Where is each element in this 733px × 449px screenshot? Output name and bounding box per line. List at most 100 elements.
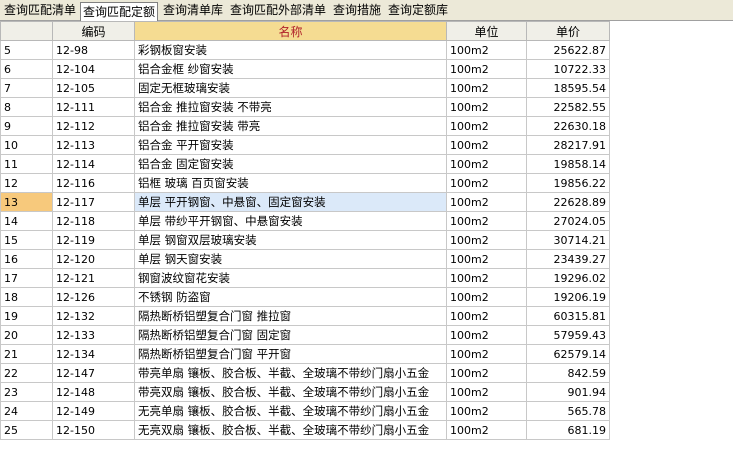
table-row[interactable]: 13 12-117 单层 平开钢窗、中悬窗、固定窗安装 100m2 22628.89 [0,192,610,212]
row-name[interactable]: 铝合金 固定窗安装 [134,154,447,174]
row-index[interactable]: 17 [0,268,53,288]
tab-query-match-external-list[interactable]: 查询匹配外部清单 [228,1,328,19]
row-price[interactable]: 27024.05 [526,211,610,231]
row-name[interactable]: 单层 带纱平开钢窗、中悬窗安装 [134,211,447,231]
row-index[interactable]: 9 [0,116,53,136]
row-name[interactable]: 隔热断桥铝塑复合门窗 平开窗 [134,344,447,364]
row-price[interactable]: 842.59 [526,363,610,383]
tab-query-quota-library[interactable]: 查询定额库 [386,1,450,19]
table-row[interactable]: 11 12-114 铝合金 固定窗安装 100m2 19858.14 [0,154,610,174]
row-unit[interactable]: 100m2 [446,173,527,193]
row-name[interactable]: 带亮双扇 镶板、胶合板、半截、全玻璃不带纱门扇小五金 [134,382,447,402]
row-price[interactable]: 57959.43 [526,325,610,345]
row-code[interactable]: 12-147 [52,363,135,383]
row-index[interactable]: 12 [0,173,53,193]
row-code[interactable]: 12-112 [52,116,135,136]
tab-query-match-quota[interactable]: 查询匹配定额 [80,2,158,21]
row-name[interactable]: 彩钢板窗安装 [134,40,447,60]
row-unit[interactable]: 100m2 [446,401,527,421]
row-name[interactable]: 铝合金 平开窗安装 [134,135,447,155]
row-unit[interactable]: 100m2 [446,268,527,288]
row-price[interactable]: 22630.18 [526,116,610,136]
row-name[interactable]: 铝合金框 纱窗安装 [134,59,447,79]
row-unit[interactable]: 100m2 [446,40,527,60]
row-unit[interactable]: 100m2 [446,97,527,117]
row-name[interactable]: 无亮单扇 镶板、胶合板、半截、全玻璃不带纱门扇小五金 [134,401,447,421]
row-name[interactable]: 隔热断桥铝塑复合门窗 固定窗 [134,325,447,345]
row-price[interactable]: 10722.33 [526,59,610,79]
table-row[interactable]: 9 12-112 铝合金 推拉窗安装 带亮 100m2 22630.18 [0,116,610,136]
row-code[interactable]: 12-150 [52,420,135,440]
row-index[interactable]: 13 [0,192,53,212]
row-code[interactable]: 12-98 [52,40,135,60]
row-unit[interactable]: 100m2 [446,154,527,174]
table-row[interactable]: 7 12-105 固定无框玻璃安装 100m2 18595.54 [0,78,610,98]
header-price[interactable]: 单价 [526,21,610,41]
row-unit[interactable]: 100m2 [446,59,527,79]
table-row[interactable]: 24 12-149 无亮单扇 镶板、胶合板、半截、全玻璃不带纱门扇小五金 100m2 5… [0,401,610,421]
row-code[interactable]: 12-132 [52,306,135,326]
row-code[interactable]: 12-116 [52,173,135,193]
row-code[interactable]: 12-120 [52,249,135,269]
row-unit[interactable]: 100m2 [446,344,527,364]
row-index[interactable]: 18 [0,287,53,307]
row-code[interactable]: 12-133 [52,325,135,345]
row-unit[interactable]: 100m2 [446,306,527,326]
row-code[interactable]: 12-117 [52,192,135,212]
row-index[interactable]: 19 [0,306,53,326]
table-row[interactable]: 18 12-126 不锈钢 防盗窗 100m2 19206.19 [0,287,610,307]
row-name[interactable]: 单层 钢窗双层玻璃安装 [134,230,447,250]
row-unit[interactable]: 100m2 [446,211,527,231]
row-price[interactable]: 28217.91 [526,135,610,155]
row-unit[interactable]: 100m2 [446,420,527,440]
row-index[interactable]: 21 [0,344,53,364]
row-index[interactable]: 14 [0,211,53,231]
row-unit[interactable]: 100m2 [446,230,527,250]
row-name[interactable]: 无亮双扇 镶板、胶合板、半截、全玻璃不带纱门扇小五金 [134,420,447,440]
row-price[interactable]: 901.94 [526,382,610,402]
row-index[interactable]: 8 [0,97,53,117]
row-code[interactable]: 12-148 [52,382,135,402]
row-index[interactable]: 6 [0,59,53,79]
table-row[interactable]: 25 12-150 无亮双扇 镶板、胶合板、半截、全玻璃不带纱门扇小五金 100m2 6… [0,420,610,440]
header-code[interactable]: 编码 [52,21,135,41]
row-unit[interactable]: 100m2 [446,363,527,383]
row-index[interactable]: 10 [0,135,53,155]
row-index[interactable]: 25 [0,420,53,440]
table-row[interactable]: 10 12-113 铝合金 平开窗安装 100m2 28217.91 [0,135,610,155]
row-code[interactable]: 12-113 [52,135,135,155]
row-price[interactable]: 30714.21 [526,230,610,250]
row-index[interactable]: 23 [0,382,53,402]
row-unit[interactable]: 100m2 [446,325,527,345]
row-code[interactable]: 12-104 [52,59,135,79]
row-name[interactable]: 铝框 玻璃 百页窗安装 [134,173,447,193]
table-row[interactable]: 19 12-132 隔热断桥铝塑复合门窗 推拉窗 100m2 60315.81 [0,306,610,326]
row-price[interactable]: 19206.19 [526,287,610,307]
header-name[interactable]: 名称 [134,21,447,41]
table-row[interactable]: 21 12-134 隔热断桥铝塑复合门窗 平开窗 100m2 62579.14 [0,344,610,364]
row-price[interactable]: 565.78 [526,401,610,421]
table-row[interactable]: 15 12-119 单层 钢窗双层玻璃安装 100m2 30714.21 [0,230,610,250]
row-code[interactable]: 12-105 [52,78,135,98]
row-price[interactable]: 681.19 [526,420,610,440]
row-index[interactable]: 7 [0,78,53,98]
row-index[interactable]: 20 [0,325,53,345]
row-code[interactable]: 12-121 [52,268,135,288]
row-name[interactable]: 带亮单扇 镶板、胶合板、半截、全玻璃不带纱门扇小五金 [134,363,447,383]
table-row[interactable]: 6 12-104 铝合金框 纱窗安装 100m2 10722.33 [0,59,610,79]
header-index[interactable] [0,21,53,41]
row-name[interactable]: 单层 钢天窗安装 [134,249,447,269]
row-price[interactable]: 25622.87 [526,40,610,60]
tab-query-measures[interactable]: 查询措施 [332,1,382,19]
table-row[interactable]: 22 12-147 带亮单扇 镶板、胶合板、半截、全玻璃不带纱门扇小五金 100m2 8… [0,363,610,383]
table-row[interactable]: 5 12-98 彩钢板窗安装 100m2 25622.87 [0,40,610,60]
row-unit[interactable]: 100m2 [446,78,527,98]
row-code[interactable]: 12-126 [52,287,135,307]
row-code[interactable]: 12-149 [52,401,135,421]
row-name[interactable]: 铝合金 推拉窗安装 带亮 [134,116,447,136]
table-row[interactable]: 20 12-133 隔热断桥铝塑复合门窗 固定窗 100m2 57959.43 [0,325,610,345]
row-price[interactable]: 22582.55 [526,97,610,117]
row-name[interactable]: 铝合金 推拉窗安装 不带亮 [134,97,447,117]
tab-query-list-library[interactable]: 查询清单库 [162,1,224,19]
row-index[interactable]: 5 [0,40,53,60]
